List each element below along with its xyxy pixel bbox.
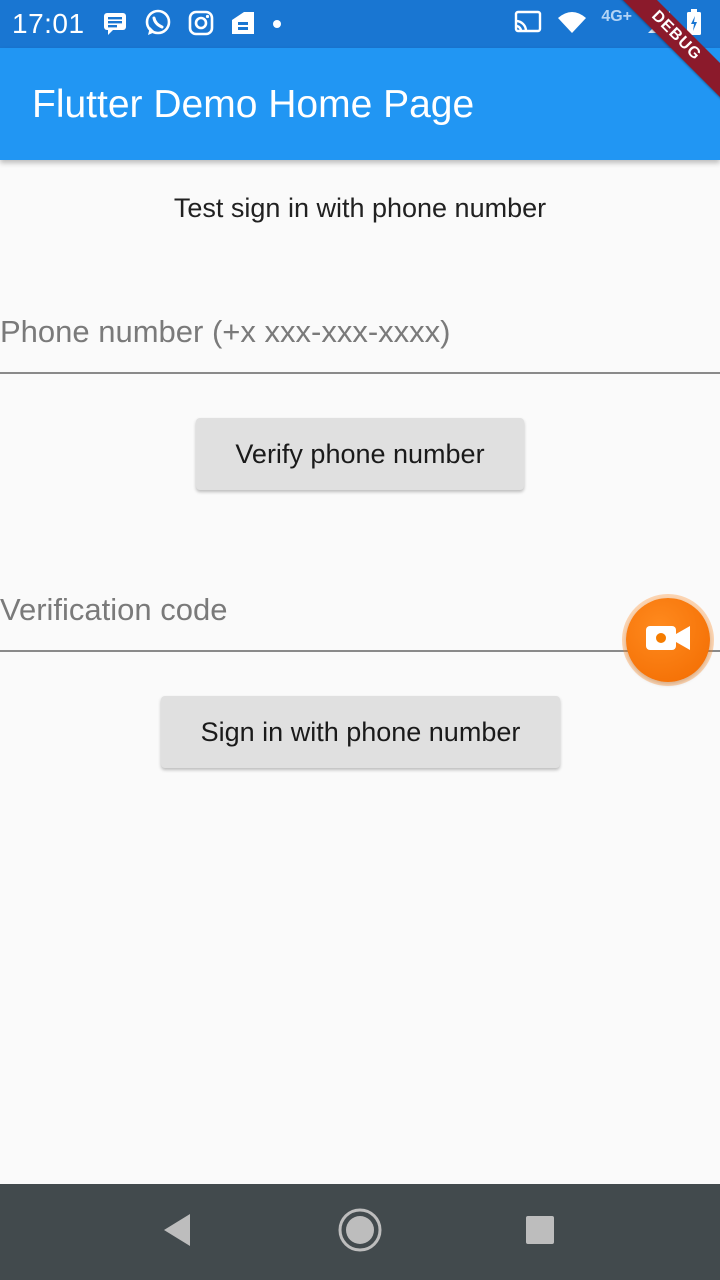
wifi-icon <box>557 10 587 39</box>
app-icon <box>230 10 256 41</box>
whatsapp-icon <box>144 9 172 42</box>
verification-code-input[interactable] <box>0 586 700 634</box>
instagram-icon <box>188 10 214 41</box>
recents-icon <box>524 1214 556 1251</box>
status-time: 17:01 <box>12 8 85 39</box>
home-icon <box>337 1207 383 1258</box>
status-bar: 17:01 4G+ <box>0 0 720 48</box>
phone-number-field[interactable] <box>0 292 720 374</box>
section-heading: Test sign in with phone number <box>173 193 547 223</box>
page-title: Flutter Demo Home Page <box>32 83 475 126</box>
sign-in-button[interactable]: Sign in with phone number <box>161 696 560 768</box>
navigation-bar <box>0 1184 720 1280</box>
app-bar: Flutter Demo Home Page <box>0 48 720 160</box>
cast-icon <box>513 9 543 40</box>
sign-in-button-label: Sign in with phone number <box>200 717 521 747</box>
phone-number-input[interactable] <box>0 308 700 356</box>
video-camera-icon <box>644 623 692 658</box>
back-icon <box>162 1212 194 1253</box>
network-label: 4G+ <box>601 8 632 25</box>
status-left-icons <box>102 9 282 42</box>
back-button[interactable] <box>154 1208 202 1256</box>
verification-code-field[interactable] <box>0 570 720 652</box>
recents-button[interactable] <box>516 1208 564 1256</box>
screen-recorder-bubble[interactable] <box>626 598 710 682</box>
message-icon <box>102 10 128 41</box>
home-button[interactable] <box>336 1208 384 1256</box>
dot-icon <box>272 16 282 34</box>
verify-phone-button-label: Verify phone number <box>235 439 485 469</box>
screen: 17:01 4G+ Flutter Demo Home Page DEBUG T… <box>0 0 720 1280</box>
verify-phone-button[interactable]: Verify phone number <box>196 418 524 490</box>
